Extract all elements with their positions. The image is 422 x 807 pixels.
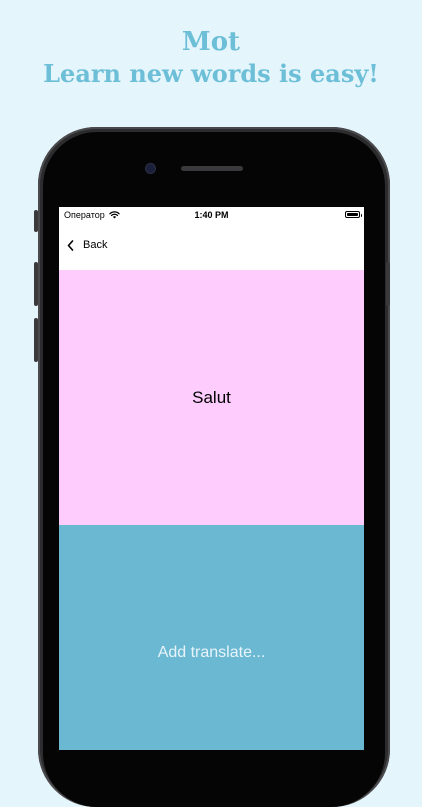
promo-title: Mot — [181, 27, 241, 57]
front-camera — [146, 164, 155, 173]
status-bar: Оператор 1:40 PM — [59, 207, 364, 225]
back-button[interactable]: Back — [67, 239, 107, 251]
phone-volume-up-button — [34, 262, 38, 306]
translate-input[interactable] — [109, 642, 314, 663]
back-label: Back — [83, 239, 108, 251]
phone-power-button — [386, 262, 390, 306]
word-card[interactable]: Salut — [59, 270, 364, 525]
word-text: Salut — [192, 387, 231, 407]
status-time: 1:40 PM — [194, 210, 229, 220]
app-screen: Оператор 1:40 PM Back Salut — [59, 207, 364, 750]
translate-card[interactable] — [59, 525, 364, 750]
promo-subtitle: Learn new words is easy! — [43, 59, 379, 88]
promo-headline: Mot Learn new words is easy! — [0, 26, 422, 90]
phone-volume-down-button — [34, 318, 38, 362]
battery-icon — [345, 211, 362, 218]
earpiece-speaker — [181, 166, 243, 171]
phone-mute-switch — [34, 210, 38, 232]
chevron-left-icon — [67, 239, 74, 251]
navigation-bar: Back — [59, 225, 364, 270]
